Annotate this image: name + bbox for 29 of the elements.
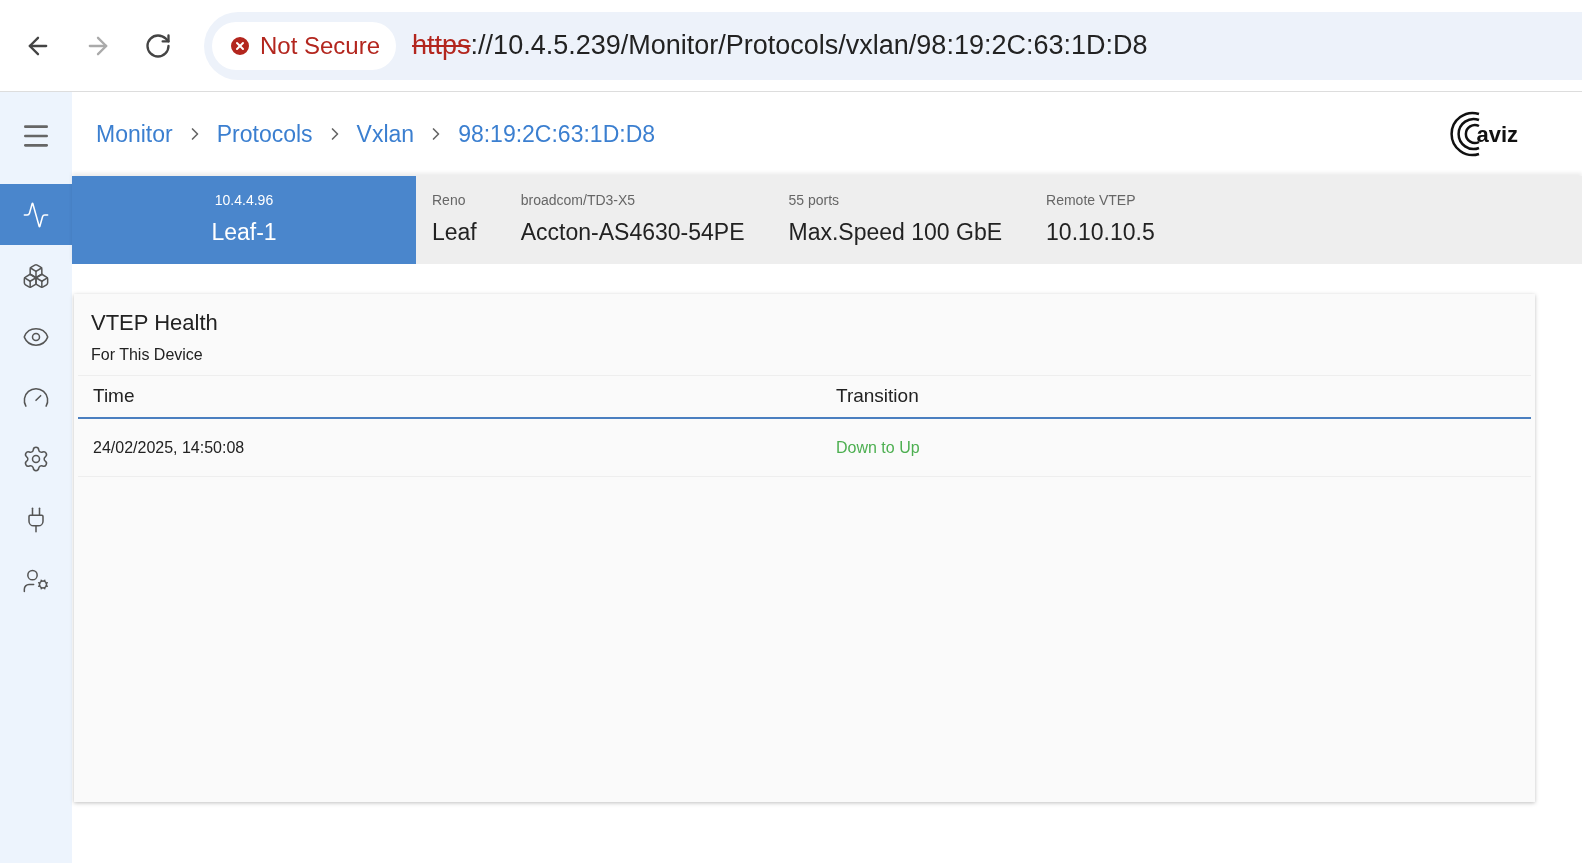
card-title: VTEP Health <box>91 309 219 337</box>
field-label: 55 ports <box>788 191 841 211</box>
card-subtitle: For This Device <box>91 345 204 365</box>
breadcrumb-link[interactable]: Vxlan <box>356 116 415 152</box>
field-label: Reno <box>432 191 467 211</box>
field-value: Accton-AS4630-54PE <box>520 218 745 248</box>
security-chip[interactable]: Not Secure <box>212 21 397 70</box>
breadcrumb-link[interactable]: 98:19:2C:63:1D:D8 <box>458 116 656 152</box>
reload-icon[interactable] <box>144 31 172 60</box>
table-cell-text: Down to Up <box>835 437 921 458</box>
address-bar[interactable]: Not Secure https://10.4.5.239/Monitor/Protocols/vxlan/98:19:2C:63:1D:D8 <box>204 11 1582 80</box>
device-ip: 10.4.4.96 <box>214 191 274 211</box>
field-value: Max.Speed 100 GbE <box>788 218 1003 248</box>
device-name: Leaf-1 <box>211 218 277 248</box>
field-value: Leaf <box>432 218 477 248</box>
field-value: 10.10.10.5 <box>1046 218 1155 248</box>
field-label: Remote VTEP <box>1046 191 1137 211</box>
breadcrumb-link[interactable]: Monitor <box>96 116 173 152</box>
column-header: Time <box>92 384 136 409</box>
gear-icon <box>22 444 50 473</box>
logo-text: aviz <box>1476 120 1518 149</box>
breadcrumb-link[interactable]: Protocols <box>216 116 313 152</box>
url-text[interactable]: https://10.4.5.239/Monitor/Protocols/vxlan/98:19:2C:63:1D:D8 <box>412 25 1148 66</box>
field-label: broadcom/TD3-X5 <box>520 191 637 211</box>
security-label: Not Secure <box>260 30 381 61</box>
pulse-icon <box>22 200 50 229</box>
column-header: Transition <box>835 384 920 409</box>
cubes-icon <box>22 261 50 290</box>
table-cell-text: 24/02/2025, 14:50:08 <box>92 437 246 458</box>
